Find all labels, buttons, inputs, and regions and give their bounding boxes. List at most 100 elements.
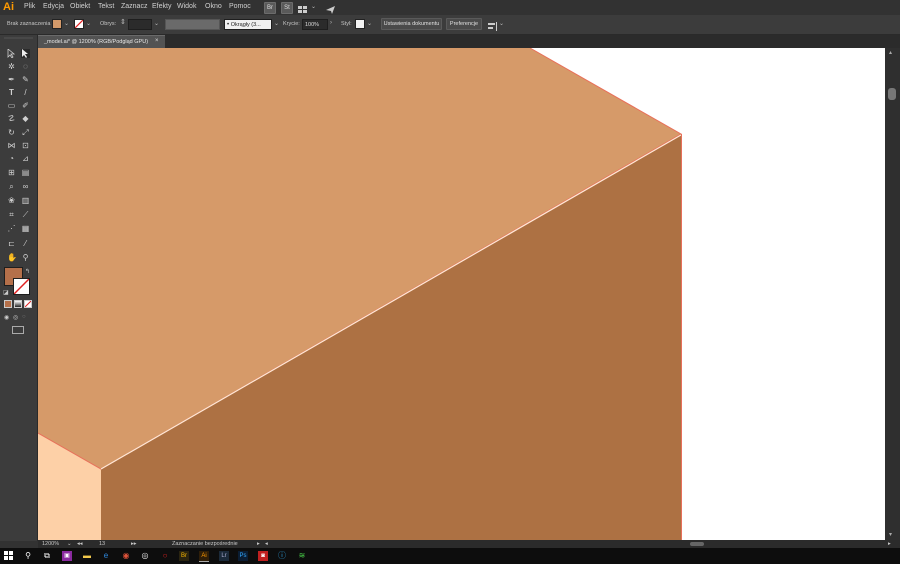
menu-zaznacz[interactable]: Zaznacz <box>121 3 147 10</box>
menu-pomoc[interactable]: Pomoc <box>229 3 251 10</box>
horizontal-scroll-thumb[interactable] <box>690 542 704 546</box>
status-menu-icon[interactable]: ▸ <box>257 541 260 547</box>
brush-dropdown-icon[interactable]: ⌄ <box>274 20 279 27</box>
stroke-dropdown-icon[interactable]: ⌄ <box>86 20 91 27</box>
swap-colors-icon[interactable]: ↰ <box>25 268 30 275</box>
edge-browser-icon[interactable]: e <box>101 551 111 561</box>
eraser-icon[interactable]: ◆ <box>21 114 30 123</box>
rectangle-tool-icon[interactable]: ▭ <box>7 101 16 110</box>
shape-builder-icon[interactable]: ◔ <box>7 154 16 163</box>
stroke-swatch[interactable] <box>74 19 84 29</box>
artboard-icon[interactable]: ⊏ <box>7 239 16 248</box>
vertical-scrollbar[interactable]: ▴ ▾ <box>885 48 900 540</box>
stroke-color-swatch[interactable] <box>13 278 30 295</box>
windows-start-icon[interactable] <box>3 551 13 561</box>
default-colors-icon[interactable]: ◪ <box>3 289 9 296</box>
scroll-left-icon[interactable]: ◂ <box>265 541 268 547</box>
app-red-icon[interactable]: ◙ <box>258 551 268 561</box>
screen-mode-icon[interactable] <box>12 326 24 334</box>
vertical-scroll-thumb[interactable] <box>888 88 896 100</box>
color-mode-icon[interactable] <box>4 300 12 308</box>
blend-tool-icon[interactable]: ∞ <box>21 182 30 191</box>
brush-select[interactable]: • Okrągły (3... <box>224 19 272 30</box>
fill-swatch[interactable] <box>52 19 62 29</box>
stroke-weight-field[interactable] <box>128 19 152 30</box>
menu-okno[interactable]: Okno <box>205 3 222 10</box>
app-green-icon[interactable]: ≋ <box>297 551 307 561</box>
align-icon[interactable] <box>488 19 498 31</box>
free-transform-icon[interactable]: ⊡ <box>21 141 30 150</box>
bridge-taskbar-icon[interactable]: Br <box>179 551 189 561</box>
menu-tekst[interactable]: Tekst <box>98 3 114 10</box>
knife-icon[interactable]: ⁄ <box>21 239 30 248</box>
zoom-level[interactable]: 1200% <box>42 541 59 547</box>
menu-obiekt[interactable]: Obiekt <box>70 3 90 10</box>
search-icon[interactable]: ⚲ <box>23 551 33 561</box>
preferences-button[interactable]: Preferencje <box>446 18 482 30</box>
scroll-down-icon[interactable]: ▾ <box>889 531 892 538</box>
stroke-weight-stepper[interactable]: ⇕ <box>120 18 126 26</box>
none-mode-icon[interactable] <box>24 300 32 308</box>
style-swatch[interactable] <box>355 19 365 29</box>
perspective-grid-icon[interactable]: ⊿ <box>21 154 30 163</box>
menu-widok[interactable]: Widok <box>177 3 196 10</box>
draw-normal-icon[interactable]: ◉ <box>4 314 9 321</box>
puppet-warp-icon[interactable]: ⋰ <box>7 224 16 233</box>
document-tab[interactable]: _model.ai* @ 1200% (RGB/Podgląd GPU) × <box>38 35 165 48</box>
menu-edycja[interactable]: Edycja <box>43 3 64 10</box>
variable-width-profile[interactable] <box>165 19 220 30</box>
artboard-next-icon[interactable]: ▸▸ <box>131 541 137 547</box>
draw-behind-icon[interactable]: ◎ <box>13 314 18 321</box>
shaper-tool-icon[interactable]: ☡ <box>7 114 16 123</box>
curvature-tool-icon[interactable]: ✎ <box>21 75 30 84</box>
symbol-sprayer-icon[interactable]: ❀ <box>7 196 16 205</box>
close-icon[interactable]: × <box>155 38 159 44</box>
scroll-up-icon[interactable]: ▴ <box>889 49 892 56</box>
artboard-number[interactable]: 13 <box>99 541 105 547</box>
line-tool-icon[interactable]: / <box>21 88 30 97</box>
scroll-right-icon[interactable]: ▸ <box>888 541 891 547</box>
stroke-weight-dropdown-icon[interactable]: ⌄ <box>154 20 159 27</box>
app-circle-icon[interactable]: ◎ <box>140 551 150 561</box>
bridge-icon[interactable]: Br <box>264 2 276 14</box>
illustrator-taskbar-icon[interactable]: Ai <box>199 551 209 562</box>
zoom-dropdown-icon[interactable]: ⌄ <box>67 541 72 547</box>
direct-selection-tool-icon[interactable] <box>21 49 30 58</box>
mesh-tool-icon[interactable]: ⊞ <box>7 168 16 177</box>
stock-icon[interactable]: St <box>281 2 293 14</box>
send-icon[interactable] <box>326 2 336 14</box>
zoom-tool-icon[interactable]: ⚲ <box>21 253 30 262</box>
chevron-down-icon[interactable]: ⌄ <box>311 3 316 10</box>
pen-tool-icon[interactable]: ✒ <box>7 75 16 84</box>
app-purple-icon[interactable]: ▣ <box>62 551 72 561</box>
paintbrush-icon[interactable]: ✐ <box>21 101 30 110</box>
menu-plik[interactable]: Plik <box>24 3 35 10</box>
document-setup-button[interactable]: Ustawienia dokumentu <box>381 18 442 30</box>
file-explorer-icon[interactable]: ▬ <box>82 551 92 561</box>
align-dropdown-icon[interactable]: ⌄ <box>499 20 504 27</box>
task-view-icon[interactable]: ⧉ <box>42 551 52 561</box>
lightroom-taskbar-icon[interactable]: Lr <box>219 551 229 561</box>
type-tool-icon[interactable]: T <box>7 88 16 97</box>
chevron-right-icon[interactable]: › <box>330 20 332 26</box>
artboard-prev-icon[interactable]: ◂◂ <box>77 541 83 547</box>
column-graph-icon[interactable]: ▥ <box>21 196 30 205</box>
eyedropper-icon[interactable]: ⌕ <box>7 182 16 191</box>
width-tool-icon[interactable]: ⋈ <box>7 141 16 150</box>
opera-icon[interactable]: ○ <box>160 551 170 561</box>
artboard-tool-icon[interactable]: ⌗ <box>7 210 16 219</box>
selection-tool-icon[interactable] <box>7 48 16 59</box>
draw-inside-icon[interactable]: ○ <box>22 314 26 320</box>
menu-efekty[interactable]: Efekty <box>152 3 171 10</box>
hand-tool-icon[interactable]: ✋ <box>7 253 17 262</box>
gradient-tool-icon[interactable]: ▤ <box>21 168 30 177</box>
magic-wand-icon[interactable]: ✲ <box>7 62 16 71</box>
lasso-icon[interactable]: ◌ <box>21 62 30 71</box>
gradient-mode-icon[interactable] <box>14 300 22 308</box>
workspace-grid-icon[interactable] <box>298 2 308 13</box>
chart-grid-icon[interactable]: ▦ <box>21 224 30 233</box>
photoshop-taskbar-icon[interactable]: Ps <box>238 551 248 561</box>
rotate-tool-icon[interactable]: ↻ <box>7 128 16 137</box>
chrome-icon[interactable]: ◉ <box>121 551 131 561</box>
artboard-canvas[interactable] <box>38 48 885 540</box>
